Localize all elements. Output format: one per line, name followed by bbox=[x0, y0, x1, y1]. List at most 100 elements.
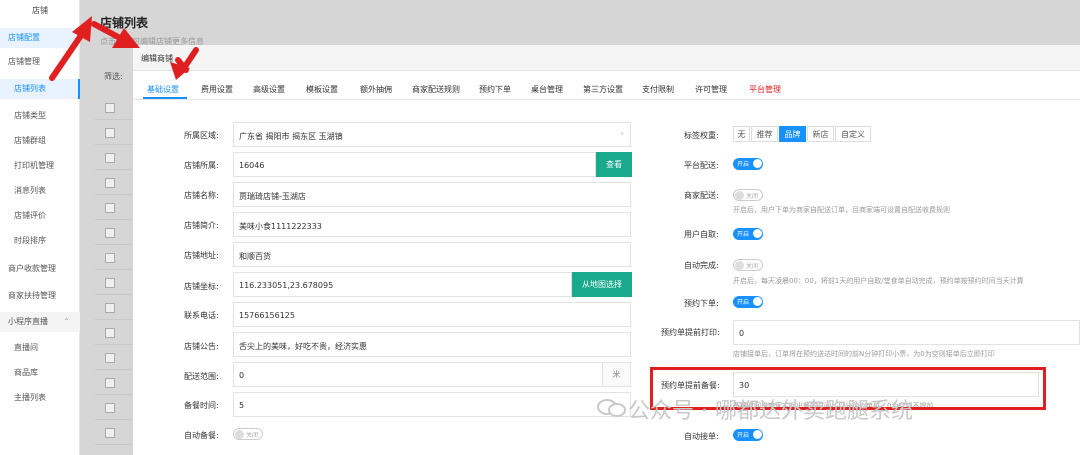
notice-input[interactable]: 舌尖上的美味，好吃不贵，经济实惠 bbox=[233, 332, 631, 357]
prep-time-input[interactable]: 5 bbox=[233, 392, 631, 417]
modal-tabs: 基础设置 费用设置 高级设置 模板设置 额外抽佣 商家配送规则 预约下单 桌台管… bbox=[133, 76, 1080, 100]
intro-label: 店铺简介: bbox=[184, 221, 219, 230]
platform-delivery-toggle-text: 开启 bbox=[737, 161, 750, 168]
merchant-delivery-hint: 开启后，用户下单为商家自配送订单，且商家端可设置自配送收费规则 bbox=[733, 206, 950, 214]
tab-advanced[interactable]: 高级设置 bbox=[253, 84, 285, 95]
owner-input[interactable]: 16046 bbox=[233, 152, 596, 177]
row-checkbox bbox=[105, 403, 115, 413]
address-value: 和顺百货 bbox=[239, 252, 271, 261]
reserve-label: 预约下单: bbox=[684, 299, 719, 308]
tag-option-new[interactable]: 新店 bbox=[807, 126, 834, 142]
prep-time-value: 5 bbox=[239, 401, 245, 410]
toggle-knob bbox=[753, 297, 762, 306]
sidebar-item-store-list[interactable]: 店铺列表 bbox=[0, 79, 80, 99]
toggle-knob bbox=[235, 430, 244, 439]
tag-option-brand[interactable]: 品牌 bbox=[779, 126, 806, 142]
owner-label: 店铺所属: bbox=[184, 161, 219, 170]
store-intro-input[interactable]: 美味小食1111222333 bbox=[233, 212, 631, 237]
coords-value: 116.233051,23.678095 bbox=[239, 281, 334, 290]
auto-prep-label: 自动备餐: bbox=[184, 431, 219, 440]
row-checkbox bbox=[105, 228, 115, 238]
tab-extra-commission[interactable]: 额外抽佣 bbox=[360, 84, 392, 95]
sidebar-logo: 店铺 bbox=[32, 6, 48, 15]
reserve-print-value: 0 bbox=[739, 329, 745, 338]
sidebar-item-live[interactable]: 小程序直播 ⌃ bbox=[0, 312, 80, 332]
phone-value: 15766156125 bbox=[239, 311, 295, 320]
row-checkbox bbox=[105, 178, 115, 188]
view-owner-button[interactable]: 查看 bbox=[596, 152, 632, 177]
reserve-print-input[interactable]: 0 bbox=[733, 320, 1080, 345]
tab-basic[interactable]: 基础设置 bbox=[147, 84, 179, 95]
auto-accept-toggle[interactable]: 开启 bbox=[733, 429, 763, 441]
range-label: 配送范围: bbox=[184, 372, 219, 381]
address-label: 店铺地址: bbox=[184, 251, 219, 260]
tab-fees[interactable]: 费用设置 bbox=[201, 84, 233, 95]
sidebar-item-time-sort[interactable]: 时段排序 bbox=[0, 231, 80, 251]
row-checkbox bbox=[105, 103, 115, 113]
auto-complete-label: 自动完成: bbox=[684, 261, 719, 270]
tag-option-custom[interactable]: 自定义 bbox=[835, 126, 871, 142]
tab-third-party[interactable]: 第三方设置 bbox=[583, 84, 623, 95]
self-pickup-toggle[interactable]: 开启 bbox=[733, 228, 763, 240]
sidebar-item-product-lib[interactable]: 商品库 bbox=[0, 363, 80, 383]
prep-time-label: 备餐时间: bbox=[184, 401, 219, 410]
tag-option-recommend[interactable]: 推荐 bbox=[751, 126, 778, 142]
toggle-knob bbox=[753, 229, 762, 238]
range-input[interactable]: 0 米 bbox=[233, 362, 631, 387]
auto-complete-toggle[interactable]: 关闭 bbox=[733, 259, 763, 271]
address-input[interactable]: 和顺百货 bbox=[233, 242, 631, 267]
sidebar-item-reviews[interactable]: 店铺评价 bbox=[0, 206, 80, 226]
sidebar-item-payment[interactable]: 商户收款管理 bbox=[0, 259, 80, 279]
reserve-toggle-text: 开启 bbox=[737, 299, 750, 306]
tab-template[interactable]: 模板设置 bbox=[306, 84, 338, 95]
sidebar-item-support[interactable]: 商家扶持管理 bbox=[0, 286, 80, 306]
tab-delivery-rules[interactable]: 商家配送规则 bbox=[412, 84, 460, 95]
sidebar-item-store-type[interactable]: 店铺类型 bbox=[0, 106, 80, 126]
reserve-toggle[interactable]: 开启 bbox=[733, 296, 763, 308]
modal-title: 编辑商铺 bbox=[141, 54, 173, 63]
app-root: { "sidebar":{ "logo":"店铺", "items":[ {"l… bbox=[0, 0, 1080, 455]
tab-payment-limit[interactable]: 支付限制 bbox=[642, 84, 674, 95]
platform-delivery-toggle[interactable]: 开启 bbox=[733, 158, 763, 170]
range-value: 0 bbox=[239, 371, 245, 380]
row-checkbox bbox=[105, 153, 115, 163]
auto-prep-toggle[interactable]: 关闭 bbox=[233, 428, 263, 440]
merchant-delivery-toggle[interactable]: 关闭 bbox=[733, 189, 763, 201]
sidebar-item-messages[interactable]: 消息列表 bbox=[0, 181, 80, 201]
tab-tables[interactable]: 桌台管理 bbox=[531, 84, 563, 95]
sidebar-item-store-config[interactable]: 店铺配置 bbox=[0, 28, 80, 48]
merchant-delivery-toggle-text: 关闭 bbox=[746, 193, 759, 200]
page-title: 店铺列表 bbox=[100, 16, 149, 30]
sidebar-item-printer[interactable]: 打印机管理 bbox=[0, 156, 80, 176]
phone-input[interactable]: 15766156125 bbox=[233, 302, 631, 327]
chevron-up-icon: ⌃ bbox=[63, 317, 70, 326]
sidebar-item-live-room[interactable]: 直播间 bbox=[0, 338, 80, 358]
auto-accept-label: 自动接单: bbox=[684, 432, 719, 441]
row-checkbox bbox=[105, 128, 115, 138]
active-tab-indicator bbox=[143, 97, 187, 99]
owner-value: 16046 bbox=[239, 161, 265, 170]
sidebar: 店铺 店铺配置 店铺管理 店铺列表 店铺类型 店铺群组 打印机管理 消息列表 店… bbox=[0, 0, 80, 455]
auto-prep-toggle-text: 关闭 bbox=[246, 432, 259, 439]
name-label: 店铺名称: bbox=[184, 191, 219, 200]
coords-input[interactable]: 116.233051,23.678095 bbox=[233, 272, 572, 297]
range-unit: 米 bbox=[602, 363, 630, 386]
sidebar-item-store-group[interactable]: 店铺群组 bbox=[0, 131, 80, 151]
map-select-button[interactable]: 从地图选择 bbox=[572, 272, 632, 297]
toggle-knob bbox=[753, 159, 762, 168]
auto-complete-hint: 开启后，每天凌晨00：00，将前1天的用户自取/堂食单自动完成，预约单按预约时间… bbox=[733, 277, 1024, 285]
notice-label: 店铺公告: bbox=[184, 342, 219, 351]
tab-platform[interactable]: 平台管理 bbox=[749, 84, 781, 95]
row-checkbox bbox=[105, 253, 115, 263]
filter-label: 筛选: bbox=[104, 72, 123, 81]
tab-reservation[interactable]: 预约下单 bbox=[479, 84, 511, 95]
tab-license[interactable]: 许可管理 bbox=[695, 84, 727, 95]
row-checkbox bbox=[105, 328, 115, 338]
watermark-text: 公众号 · 哪都达外卖跑腿系统 bbox=[628, 399, 913, 424]
region-select[interactable]: 广东省 揭阳市 揭东区 玉湖镇 › bbox=[233, 122, 631, 147]
sidebar-item-store-management[interactable]: 店铺管理 bbox=[0, 52, 80, 72]
tag-option-none[interactable]: 无 bbox=[733, 126, 750, 142]
store-name-input[interactable]: 贾瑞琦店铺-玉湖店 bbox=[233, 182, 631, 207]
sidebar-item-anchors[interactable]: 主播列表 bbox=[0, 388, 80, 408]
toggle-knob bbox=[735, 191, 744, 200]
